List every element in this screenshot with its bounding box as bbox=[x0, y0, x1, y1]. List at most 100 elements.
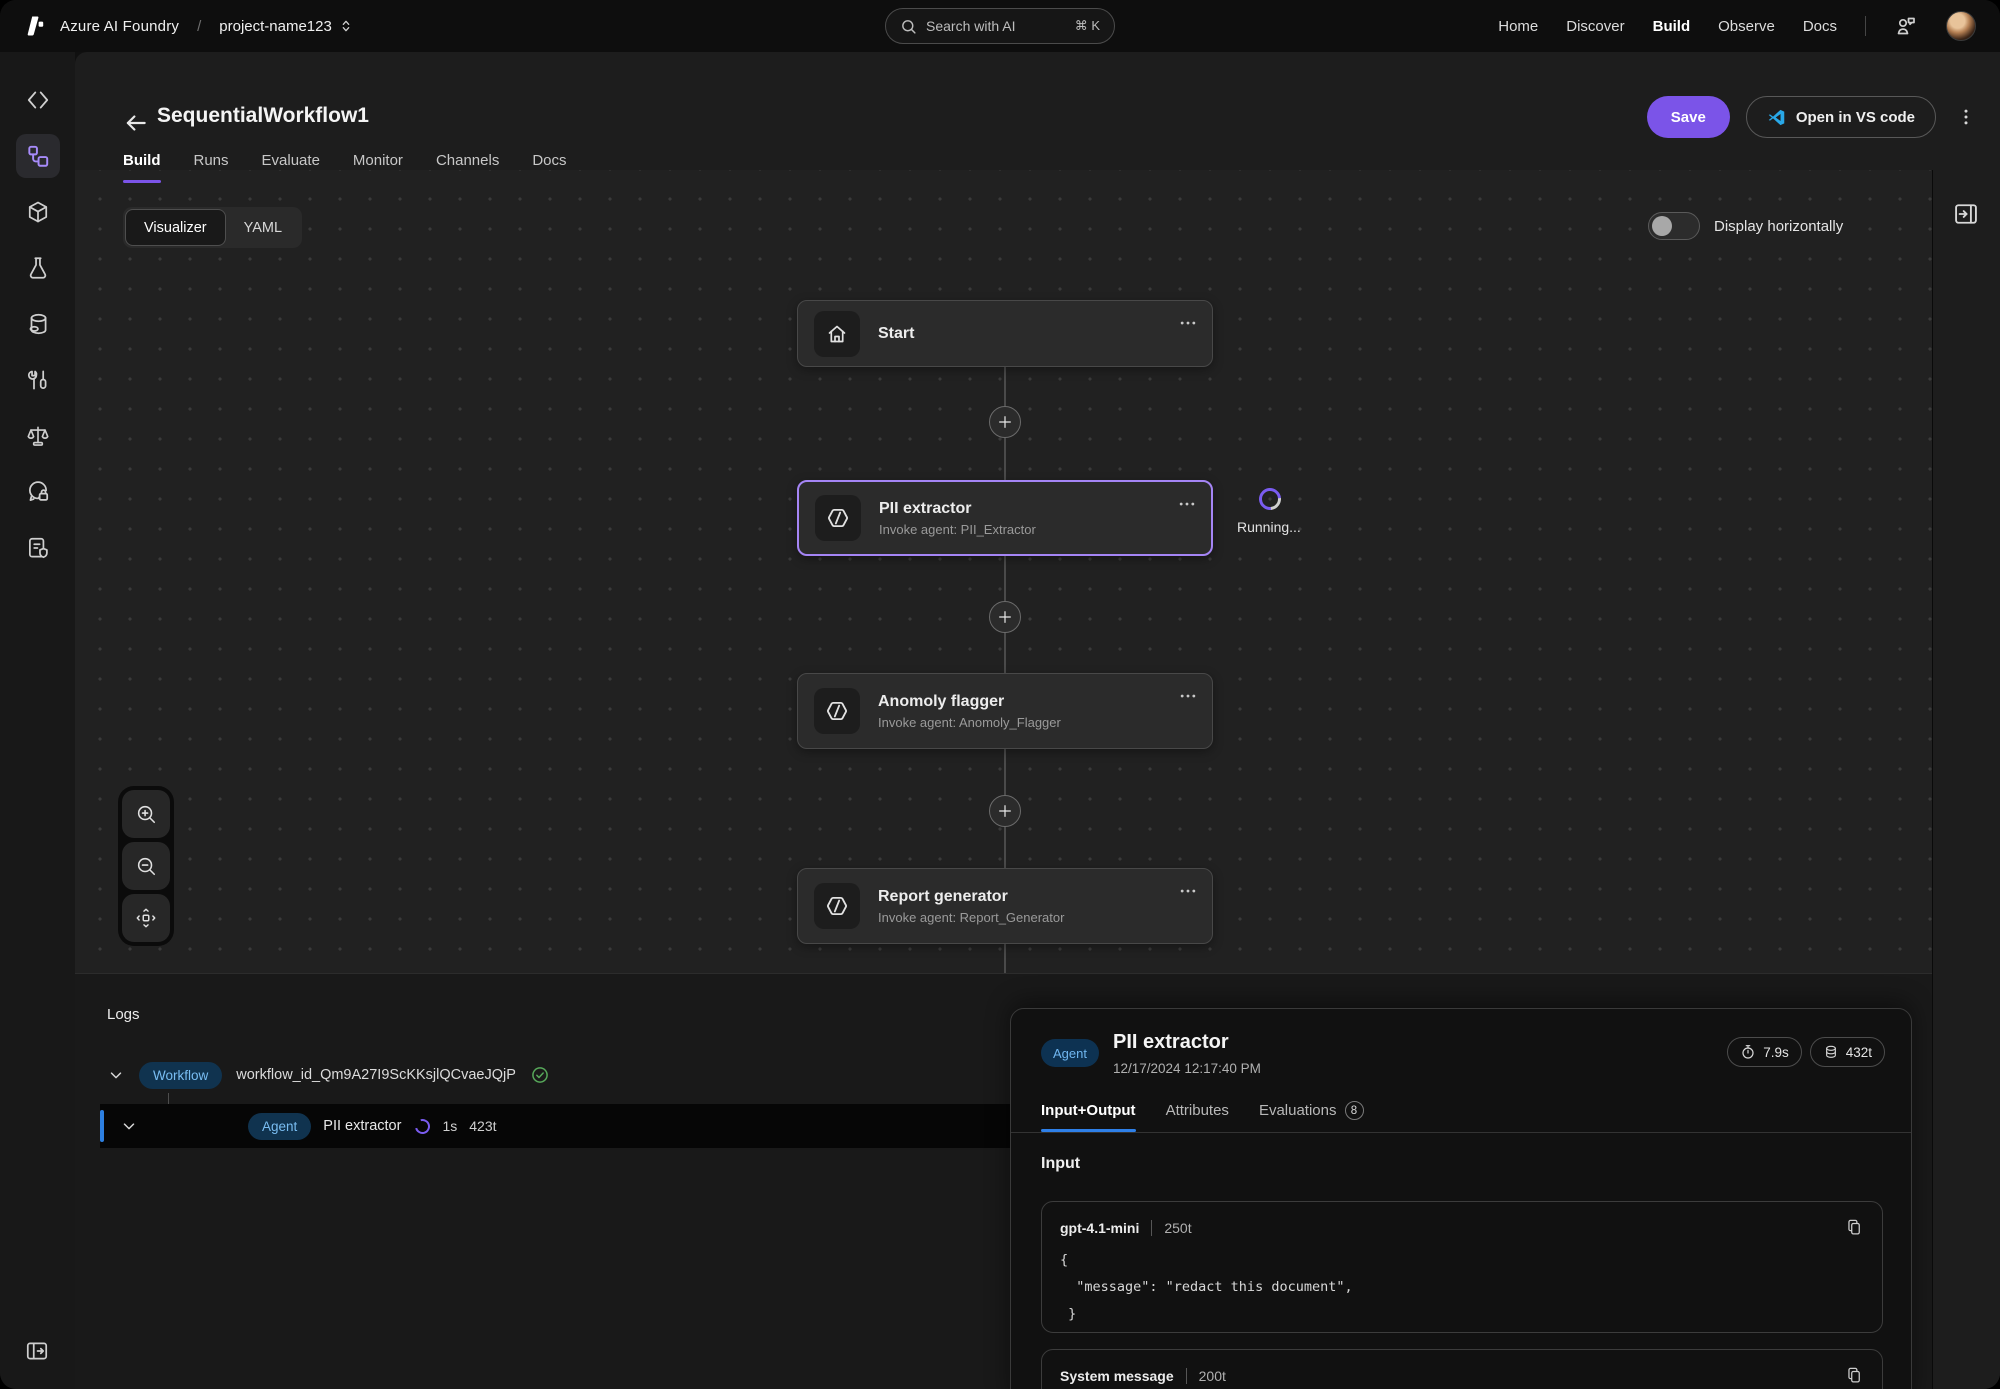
node-title: Anomoly flagger bbox=[878, 693, 1061, 711]
tools-icon bbox=[25, 367, 51, 393]
running-label: Running... bbox=[1237, 519, 1347, 535]
tab-channels[interactable]: Channels bbox=[436, 152, 499, 183]
zoom-in-button[interactable] bbox=[122, 790, 170, 838]
search-icon bbox=[900, 18, 917, 35]
nav-home[interactable]: Home bbox=[1498, 18, 1538, 35]
node-menu-icon[interactable] bbox=[1178, 313, 1198, 333]
sidebar-item-labs[interactable] bbox=[16, 246, 60, 290]
copy-button[interactable] bbox=[1845, 1218, 1864, 1237]
tab-monitor[interactable]: Monitor bbox=[353, 152, 403, 183]
search-bar[interactable]: Search with AI ⌘ K bbox=[885, 8, 1115, 44]
card-tokens: 250t bbox=[1164, 1220, 1191, 1236]
open-in-vscode-button[interactable]: Open in VS code bbox=[1746, 96, 1936, 138]
view-toggle-visualizer[interactable]: Visualizer bbox=[125, 209, 226, 246]
header-overflow-menu-button[interactable] bbox=[1952, 103, 1980, 131]
code-line: } bbox=[1060, 1301, 1864, 1328]
tab-attributes[interactable]: Attributes bbox=[1166, 1101, 1229, 1132]
node-pii-extractor[interactable]: PII extractor Invoke agent: PII_Extracto… bbox=[797, 480, 1213, 556]
input-card-system-message: System message 200t bbox=[1041, 1349, 1883, 1389]
sidebar-item-data[interactable] bbox=[16, 302, 60, 346]
node-start[interactable]: Start bbox=[797, 300, 1213, 367]
add-node-button[interactable] bbox=[989, 795, 1021, 827]
page-title: SequentialWorkflow1 bbox=[157, 104, 369, 128]
expand-panel-icon bbox=[24, 1338, 50, 1364]
project-switcher[interactable]: project-name123 bbox=[219, 18, 354, 35]
tab-label: Input+Output bbox=[1041, 1102, 1136, 1119]
logs-title: Logs bbox=[107, 1006, 140, 1023]
tab-docs[interactable]: Docs bbox=[532, 152, 566, 183]
sidebar-item-secure-chat[interactable] bbox=[16, 470, 60, 514]
running-spinner-icon bbox=[413, 1116, 433, 1136]
add-node-button[interactable] bbox=[989, 406, 1021, 438]
log-row-workflow[interactable]: Workflow workflow_id_Qm9A27I9ScKKsjlQCva… bbox=[107, 1059, 550, 1091]
zoom-toolbar bbox=[118, 786, 174, 946]
tab-runs[interactable]: Runs bbox=[194, 152, 229, 183]
spinner-icon bbox=[1255, 484, 1286, 515]
success-check-icon bbox=[530, 1065, 550, 1085]
log-agent-name: PII extractor bbox=[323, 1118, 401, 1134]
tab-input-output[interactable]: Input+Output bbox=[1041, 1101, 1136, 1132]
tab-build[interactable]: Build bbox=[123, 152, 161, 183]
zoom-out-button[interactable] bbox=[122, 842, 170, 890]
evaluations-count-badge: 8 bbox=[1345, 1101, 1364, 1120]
sidebar-item-code[interactable] bbox=[16, 78, 60, 122]
node-subtitle: Invoke agent: Report_Generator bbox=[878, 910, 1064, 925]
workflow-id: workflow_id_Qm9A27I9ScKKsjlQCvaeJQjP bbox=[236, 1067, 516, 1083]
detail-tabs: Input+Output Attributes Evaluations 8 bbox=[1041, 1101, 1364, 1132]
input-card-model: gpt-4.1-mini 250t { "message": "redact t… bbox=[1041, 1201, 1883, 1333]
agent-icon bbox=[815, 495, 861, 541]
sidebar-item-workflows[interactable] bbox=[16, 134, 60, 178]
fit-view-button[interactable] bbox=[122, 894, 170, 942]
save-button[interactable]: Save bbox=[1647, 96, 1730, 138]
sidebar-expand-button[interactable] bbox=[15, 1329, 59, 1373]
sidebar-item-governance[interactable] bbox=[16, 526, 60, 570]
card-separator bbox=[1151, 1220, 1152, 1236]
trace-detail-panel: Agent PII extractor 12/17/2024 12:17:40 … bbox=[1010, 1008, 1912, 1389]
model-catalog-icon bbox=[25, 199, 51, 225]
nav-observe[interactable]: Observe bbox=[1718, 18, 1775, 35]
collapse-panel-button[interactable] bbox=[1952, 200, 1980, 228]
copy-button[interactable] bbox=[1845, 1366, 1864, 1385]
node-menu-icon[interactable] bbox=[1177, 494, 1197, 514]
log-row-agent[interactable]: Agent PII extractor 1s 423t bbox=[100, 1104, 1010, 1148]
search-placeholder: Search with AI bbox=[926, 18, 1066, 34]
node-anomoly-flagger[interactable]: Anomoly flagger Invoke agent: Anomoly_Fl… bbox=[797, 673, 1213, 749]
node-menu-icon[interactable] bbox=[1178, 686, 1198, 706]
chevron-updown-icon bbox=[338, 18, 354, 34]
display-horizontally-toggle[interactable] bbox=[1648, 212, 1700, 240]
sidebar-item-evaluation[interactable] bbox=[16, 414, 60, 458]
toggle-knob bbox=[1652, 216, 1672, 236]
sidebar-item-tools[interactable] bbox=[16, 358, 60, 402]
secure-chat-icon bbox=[25, 479, 51, 505]
page-header: SequentialWorkflow1 Build Runs Evaluate … bbox=[75, 52, 2000, 170]
agent-icon bbox=[814, 688, 860, 734]
card-title: System message bbox=[1060, 1368, 1174, 1384]
view-toggle-yaml[interactable]: YAML bbox=[226, 209, 300, 246]
stopwatch-icon bbox=[1740, 1044, 1756, 1060]
log-duration: 1s bbox=[442, 1118, 457, 1134]
nav-discover[interactable]: Discover bbox=[1566, 18, 1624, 35]
back-button[interactable] bbox=[123, 110, 149, 136]
add-node-button[interactable] bbox=[989, 601, 1021, 633]
tab-evaluate[interactable]: Evaluate bbox=[262, 152, 320, 183]
evaluation-icon bbox=[25, 423, 51, 449]
project-name: project-name123 bbox=[219, 18, 332, 35]
home-icon bbox=[814, 311, 860, 357]
workflow-icon bbox=[25, 143, 51, 169]
node-report-generator[interactable]: Report generator Invoke agent: Report_Ge… bbox=[797, 868, 1213, 944]
chevron-down-icon[interactable] bbox=[107, 1066, 125, 1084]
search-shortcut: ⌘ K bbox=[1075, 18, 1100, 34]
code-icon bbox=[25, 87, 51, 113]
avatar[interactable] bbox=[1946, 11, 1976, 41]
agent-icon bbox=[814, 883, 860, 929]
chevron-down-icon[interactable] bbox=[120, 1117, 138, 1135]
feedback-icon[interactable] bbox=[1894, 14, 1918, 38]
top-bar: Azure AI Foundry / project-name123 Searc… bbox=[0, 0, 2000, 52]
node-menu-icon[interactable] bbox=[1178, 881, 1198, 901]
sidebar-item-models[interactable] bbox=[16, 190, 60, 234]
nav-build[interactable]: Build bbox=[1653, 18, 1691, 35]
nav-docs[interactable]: Docs bbox=[1803, 18, 1837, 35]
duration-value: 7.9s bbox=[1763, 1045, 1789, 1060]
tab-evaluations[interactable]: Evaluations 8 bbox=[1259, 1101, 1364, 1132]
agent-badge: Agent bbox=[248, 1113, 311, 1140]
